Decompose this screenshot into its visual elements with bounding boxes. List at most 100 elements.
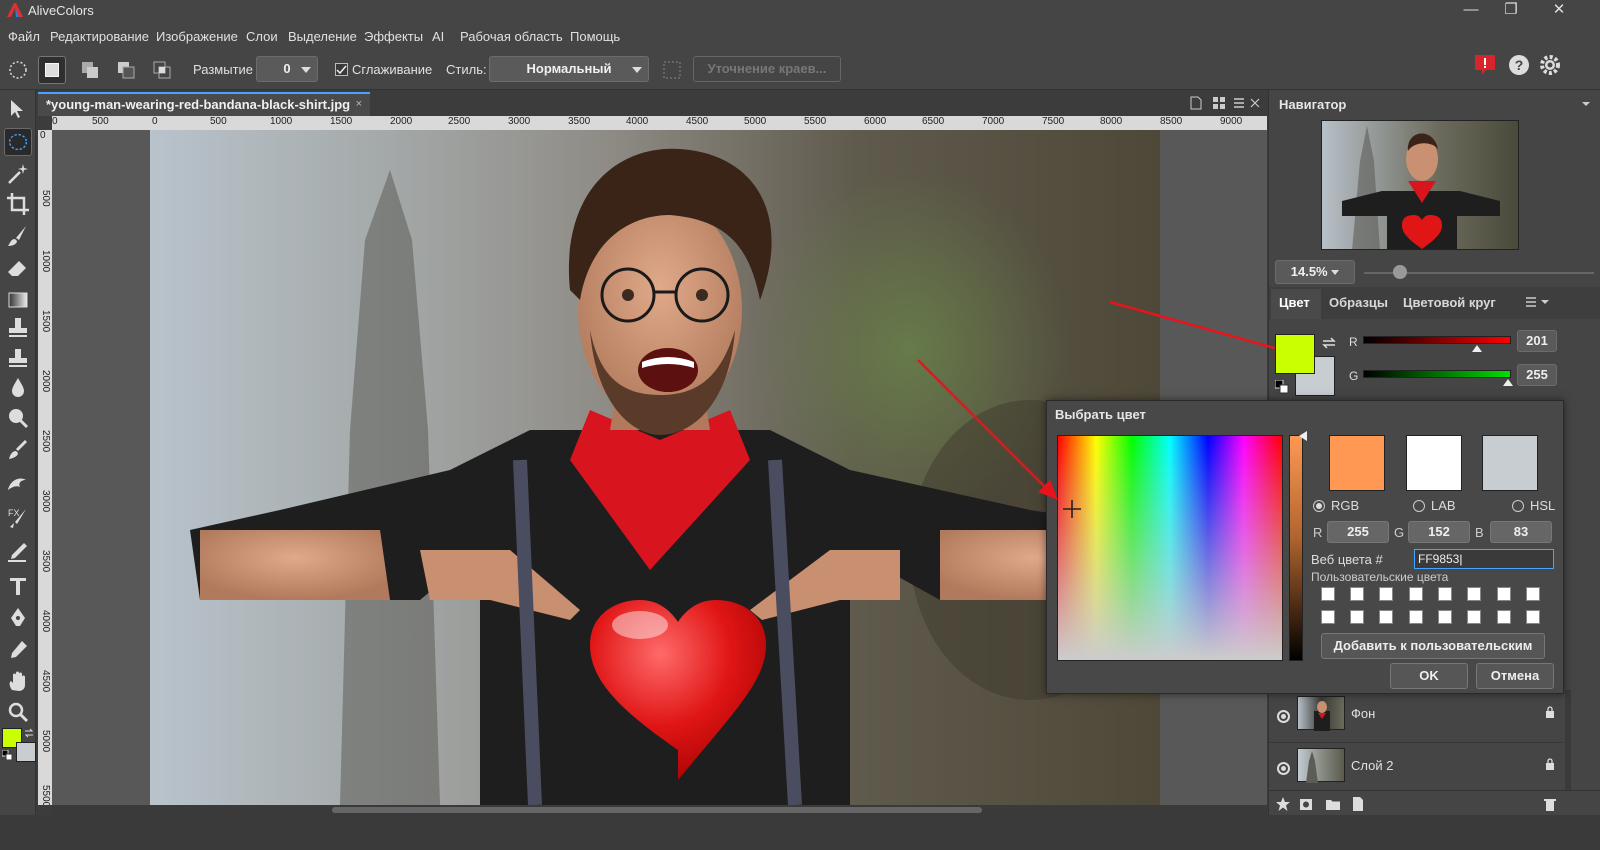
tab-color[interactable]: Цвет bbox=[1279, 295, 1310, 310]
delete-layer-trash-icon[interactable] bbox=[1543, 796, 1557, 812]
menu-select[interactable]: Выделение bbox=[288, 29, 357, 44]
document-tab[interactable]: *young-man-wearing-red-bandana-black-shi… bbox=[38, 92, 370, 116]
close-document-icon[interactable] bbox=[1250, 98, 1260, 108]
luminance-slider[interactable] bbox=[1289, 435, 1303, 661]
custom-color-slot[interactable] bbox=[1350, 610, 1364, 624]
selection-frame-icon[interactable] bbox=[658, 56, 686, 84]
stamp-tool-icon[interactable] bbox=[4, 314, 32, 342]
mode-lab-radio[interactable] bbox=[1413, 500, 1425, 512]
custom-color-slot[interactable] bbox=[1526, 610, 1540, 624]
menu-help[interactable]: Помощь bbox=[570, 29, 620, 44]
new-layer-icon[interactable] bbox=[1351, 796, 1365, 812]
mode-hsl-radio[interactable] bbox=[1512, 500, 1524, 512]
new-selection-mode-icon[interactable] bbox=[38, 56, 66, 84]
layer-effects-star-icon[interactable] bbox=[1275, 796, 1291, 812]
smudge-tool-icon[interactable] bbox=[4, 436, 32, 464]
visibility-eye-icon[interactable] bbox=[1277, 762, 1290, 775]
swap-colors-icon[interactable] bbox=[1321, 336, 1337, 350]
cancel-button[interactable]: Отмена bbox=[1476, 663, 1554, 689]
add-mask-icon[interactable] bbox=[1299, 796, 1315, 812]
custom-color-slot[interactable] bbox=[1350, 587, 1364, 601]
custom-color-slot[interactable] bbox=[1526, 587, 1540, 601]
zoom-level-combo[interactable]: 14.5% bbox=[1275, 260, 1355, 284]
hex-color-input[interactable]: FF9853| bbox=[1414, 549, 1554, 569]
channel-g-value[interactable]: 255 bbox=[1517, 364, 1557, 386]
menu-ai[interactable]: AI bbox=[432, 29, 444, 44]
move-tool-icon[interactable] bbox=[4, 96, 32, 124]
default-colors-icon[interactable] bbox=[1275, 380, 1289, 394]
liquify-tool-icon[interactable] bbox=[4, 470, 32, 498]
arrange-windows-icon[interactable] bbox=[1212, 96, 1226, 110]
g-value-input[interactable]: 152 bbox=[1408, 521, 1470, 543]
ok-button[interactable]: OK bbox=[1390, 663, 1468, 689]
restore-button[interactable]: ❐ bbox=[1492, 0, 1530, 22]
style-combo[interactable]: Нормальный bbox=[489, 56, 649, 82]
custom-color-slot[interactable] bbox=[1497, 587, 1511, 601]
custom-color-slot[interactable] bbox=[1438, 587, 1452, 601]
swap-colors-icon[interactable] bbox=[24, 728, 34, 738]
pen-tool-icon[interactable] bbox=[4, 604, 32, 632]
intersect-selection-mode-icon[interactable] bbox=[148, 56, 176, 84]
tab-color-wheel[interactable]: Цветовой круг bbox=[1403, 295, 1496, 310]
close-window-button[interactable]: ✕ bbox=[1540, 0, 1578, 22]
custom-color-slot[interactable] bbox=[1409, 610, 1423, 624]
lock-icon[interactable] bbox=[1545, 706, 1555, 718]
eraser-tool-icon[interactable] bbox=[4, 254, 32, 282]
r-value-input[interactable]: 255 bbox=[1327, 521, 1389, 543]
custom-color-slot[interactable] bbox=[1467, 587, 1481, 601]
crop-tool-icon[interactable] bbox=[4, 190, 32, 218]
custom-color-slot[interactable] bbox=[1438, 610, 1452, 624]
channel-r-value[interactable]: 201 bbox=[1517, 330, 1557, 352]
healing-stamp-tool-icon[interactable] bbox=[4, 344, 32, 372]
photo-image[interactable] bbox=[150, 130, 1160, 805]
smoothing-checkbox[interactable] bbox=[335, 63, 348, 76]
color-panel-menu-icon[interactable] bbox=[1525, 296, 1551, 308]
add-to-custom-button[interactable]: Добавить к пользовательским bbox=[1321, 633, 1545, 659]
custom-color-slot[interactable] bbox=[1409, 587, 1423, 601]
notification-icon[interactable] bbox=[1472, 52, 1498, 78]
tab-swatches[interactable]: Образцы bbox=[1329, 295, 1388, 310]
subtract-selection-mode-icon[interactable] bbox=[112, 56, 140, 84]
luminance-handle-icon[interactable] bbox=[1299, 431, 1307, 441]
navigator-preview[interactable] bbox=[1321, 120, 1519, 250]
effects-brush-tool-icon[interactable]: FX bbox=[4, 504, 32, 532]
layers-scrollbar[interactable] bbox=[1565, 690, 1571, 790]
new-group-folder-icon[interactable] bbox=[1325, 796, 1341, 812]
lock-icon[interactable] bbox=[1545, 758, 1555, 770]
slider-handle-icon[interactable] bbox=[1503, 379, 1513, 386]
magic-wand-tool-icon[interactable] bbox=[4, 160, 32, 188]
channel-r-slider[interactable] bbox=[1363, 336, 1511, 344]
ellipse-select-icon[interactable] bbox=[4, 56, 32, 84]
menu-file[interactable]: Файл bbox=[8, 29, 40, 44]
brush-tool-icon[interactable] bbox=[4, 222, 32, 250]
blur-combo[interactable]: 0 bbox=[256, 56, 318, 82]
foreground-color-swatch[interactable] bbox=[1275, 334, 1315, 374]
add-selection-mode-icon[interactable] bbox=[76, 56, 104, 84]
visibility-eye-icon[interactable] bbox=[1277, 710, 1290, 723]
horizontal-scrollbar[interactable] bbox=[52, 805, 1267, 815]
navigator-menu-chevron-icon[interactable] bbox=[1581, 100, 1591, 108]
refine-edges-button[interactable]: Уточнение краев... bbox=[693, 56, 841, 82]
slider-handle-icon[interactable] bbox=[1472, 345, 1482, 352]
menu-layers[interactable]: Слои bbox=[246, 29, 278, 44]
eyedropper-tool-icon[interactable] bbox=[4, 636, 32, 664]
channel-g-slider[interactable] bbox=[1363, 370, 1511, 378]
help-icon[interactable]: ? bbox=[1506, 52, 1532, 78]
b-value-input[interactable]: 83 bbox=[1490, 521, 1552, 543]
menu-effects[interactable]: Эффекты bbox=[364, 29, 423, 44]
close-tab-icon[interactable]: × bbox=[356, 98, 362, 110]
custom-color-slot[interactable] bbox=[1379, 610, 1393, 624]
settings-gear-icon[interactable] bbox=[1537, 52, 1563, 78]
custom-color-slot[interactable] bbox=[1321, 587, 1335, 601]
default-colors-icon[interactable] bbox=[2, 750, 12, 760]
layer-row[interactable]: Слой 2 bbox=[1269, 744, 1563, 794]
custom-color-slot[interactable] bbox=[1379, 587, 1393, 601]
text-tool-icon[interactable] bbox=[4, 572, 32, 600]
blur-drop-tool-icon[interactable] bbox=[4, 374, 32, 402]
hand-tool-icon[interactable] bbox=[4, 668, 32, 696]
ellipse-select-tool-icon[interactable] bbox=[4, 128, 32, 156]
document-info-icon[interactable] bbox=[1190, 96, 1202, 110]
tab-menu-icon[interactable] bbox=[1233, 96, 1245, 110]
custom-color-slot[interactable] bbox=[1321, 610, 1335, 624]
custom-color-slot[interactable] bbox=[1467, 610, 1481, 624]
